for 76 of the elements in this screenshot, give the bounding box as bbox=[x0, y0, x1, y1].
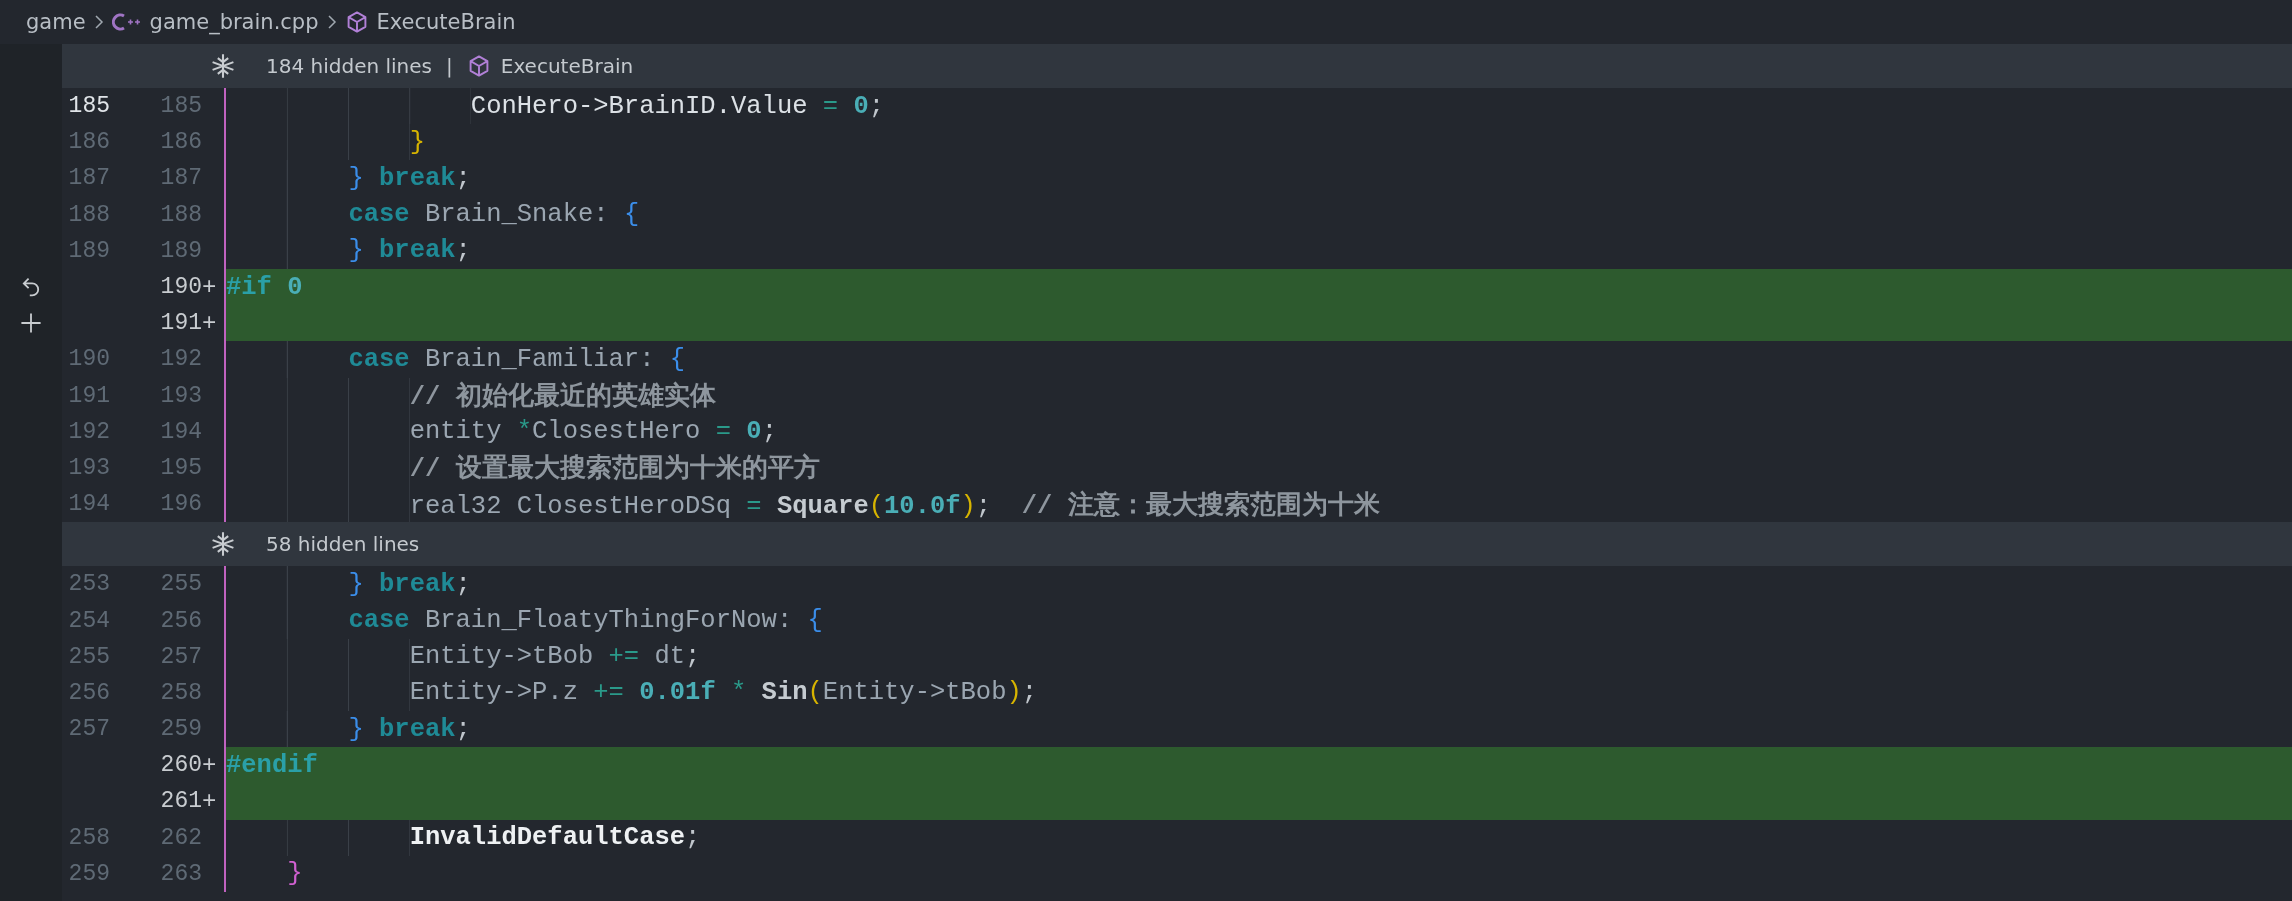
line-number: 191 bbox=[160, 310, 202, 337]
added-marker: + bbox=[202, 751, 217, 779]
hidden-lines-bar[interactable]: 58 hidden lines bbox=[62, 522, 2292, 567]
code-line: } bbox=[409, 127, 425, 157]
added-marker: + bbox=[202, 309, 217, 337]
line-number: 191 bbox=[68, 382, 110, 409]
chevron-icon bbox=[326, 14, 337, 30]
line-number: 256 bbox=[160, 607, 202, 634]
line-number: 254 bbox=[68, 607, 110, 634]
hidden-lines-bar[interactable]: 184 hidden lines | ExecuteBrain bbox=[62, 44, 2292, 88]
added-marker: + bbox=[202, 787, 217, 815]
line-number: 258 bbox=[160, 679, 202, 706]
code-line: // 初始化最近的英雄实体 bbox=[409, 380, 716, 414]
line-number: 261 bbox=[160, 788, 202, 815]
line-number: 257 bbox=[68, 716, 110, 743]
breadcrumb-item[interactable]: ExecuteBrain bbox=[376, 10, 516, 34]
line-number: 256 bbox=[68, 679, 110, 706]
line-number: 259 bbox=[160, 716, 202, 743]
line-number: 192 bbox=[68, 418, 110, 445]
code-line: // 设置最大搜索范围为十米的平方 bbox=[409, 452, 820, 486]
line-number: 185 bbox=[68, 93, 110, 120]
code-line: case Brain_Snake: { bbox=[348, 200, 640, 230]
line-number: 263 bbox=[160, 860, 202, 887]
hidden-lines-label: 58 hidden lines bbox=[266, 532, 420, 557]
line-number: 185 bbox=[160, 93, 202, 120]
line-number: 259 bbox=[68, 860, 110, 887]
line-number: 186 bbox=[160, 129, 202, 156]
code-line: real32 ClosestHeroDSq = Square(10.0f); // 注意：最大搜索范围为十米 bbox=[409, 489, 1380, 522]
line-number: 193 bbox=[68, 454, 110, 481]
line-number: 262 bbox=[160, 824, 202, 851]
line-number: 193 bbox=[160, 382, 202, 409]
line-number: 188 bbox=[160, 201, 202, 228]
separator: | bbox=[446, 54, 453, 78]
breadcrumb-item[interactable]: game_brain.cpp bbox=[149, 10, 319, 34]
breadcrumb-item[interactable]: game bbox=[26, 10, 86, 34]
plus-icon[interactable] bbox=[19, 311, 43, 336]
hidden-lines-label: 184 hidden lines bbox=[266, 54, 432, 78]
symbol-name[interactable]: ExecuteBrain bbox=[500, 54, 634, 78]
code-line: #endif bbox=[226, 750, 318, 780]
code-line: entity *ClosestHero = 0; bbox=[409, 417, 777, 447]
line-number: 188 bbox=[68, 201, 110, 228]
line-number: 195 bbox=[160, 454, 202, 481]
added-marker: + bbox=[202, 273, 217, 301]
unfold-icon[interactable] bbox=[210, 531, 236, 558]
line-number: 190 bbox=[68, 346, 110, 373]
code-line: ConHero->BrainID.Value = 0; bbox=[470, 91, 885, 121]
line-number: 260 bbox=[160, 752, 202, 779]
line-number: 253 bbox=[68, 571, 110, 598]
code-line: case Brain_Familiar: { bbox=[348, 344, 686, 374]
code-line: #if 0 bbox=[226, 272, 303, 302]
unfold-icon[interactable] bbox=[210, 53, 236, 79]
line-number: 255 bbox=[68, 643, 110, 670]
code-line: } break; bbox=[348, 163, 471, 193]
chevron-icon bbox=[93, 14, 104, 30]
code-line: } bbox=[287, 859, 303, 889]
line-number: 190 bbox=[160, 274, 202, 301]
line-number: 186 bbox=[68, 129, 110, 156]
code-line: InvalidDefaultCase; bbox=[409, 823, 701, 853]
line-number: 258 bbox=[68, 824, 110, 851]
code-line: } break; bbox=[348, 714, 471, 744]
cpp-file-icon bbox=[111, 11, 142, 33]
line-number: 257 bbox=[160, 643, 202, 670]
line-number: 192 bbox=[160, 346, 202, 373]
line-number: 194 bbox=[68, 491, 110, 518]
line-number: 196 bbox=[160, 491, 202, 518]
line-number: 189 bbox=[160, 237, 202, 264]
line-number: 194 bbox=[160, 418, 202, 445]
line-number: 189 bbox=[68, 237, 110, 264]
line-number: 255 bbox=[160, 571, 202, 598]
code-line: case Brain_FloatyThingForNow: { bbox=[348, 606, 823, 636]
code-line: Entity->P.z += 0.01f * Sin(Entity->tBob); bbox=[409, 678, 1038, 708]
code-line: Entity->tBob += dt; bbox=[409, 642, 701, 672]
line-number: 187 bbox=[160, 165, 202, 192]
line-number: 187 bbox=[68, 165, 110, 192]
code-line: } break; bbox=[348, 569, 471, 599]
code-line: } break; bbox=[348, 236, 471, 266]
